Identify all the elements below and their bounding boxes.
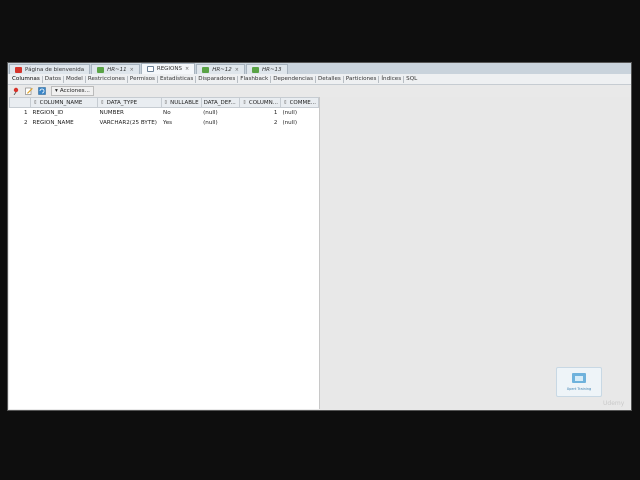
actions-dropdown[interactable]: ▾ Acciones... bbox=[51, 86, 94, 96]
toolbar: ▾ Acciones... bbox=[8, 85, 631, 97]
subtab-model[interactable]: Model bbox=[64, 75, 86, 83]
watermark-logo: Xpert Training bbox=[556, 367, 602, 397]
welcome-icon bbox=[15, 66, 22, 73]
columns-table: ⇕ COLUMN_NAME ⇕ DATA_TYPE ⇕ NULLABLE DATA_D… bbox=[8, 97, 320, 128]
column-header-column-id[interactable]: ⇕ COLUMN... bbox=[239, 97, 281, 108]
sql-worksheet-icon bbox=[202, 66, 210, 73]
tab-label: HR~13 bbox=[261, 66, 282, 73]
sql-developer-window: Página de bienvenida HR~11 × REGIONS × H… bbox=[7, 62, 632, 411]
table-row[interactable]: 2 REGION_NAME VARCHAR2(25 BYTE) Yes (nul… bbox=[10, 118, 319, 128]
tab-regions[interactable]: REGIONS × bbox=[140, 63, 196, 74]
close-icon[interactable]: × bbox=[130, 67, 134, 73]
empty-panel bbox=[320, 97, 631, 410]
cell-column-id[interactable]: 1 bbox=[240, 108, 281, 119]
tab-label: Página de bienvenida bbox=[25, 66, 85, 73]
tab-label: REGIONS bbox=[156, 66, 182, 72]
subtab-disparadores[interactable]: Disparadores bbox=[196, 75, 239, 83]
sql-worksheet-icon bbox=[97, 66, 105, 73]
subtab-flashback[interactable]: Flashback bbox=[238, 75, 272, 83]
subtab-columnas[interactable]: Columnas bbox=[10, 75, 43, 83]
cell-column-name[interactable]: REGION_ID bbox=[31, 108, 98, 119]
cell-column-name[interactable]: REGION_NAME bbox=[31, 118, 98, 128]
column-header-comments[interactable]: ⇕ COMME... bbox=[279, 97, 320, 108]
refresh-icon[interactable] bbox=[38, 87, 46, 95]
subtab-dependencias[interactable]: Dependencias bbox=[271, 75, 316, 83]
close-icon[interactable]: × bbox=[235, 67, 239, 73]
sort-icon: ⇕ bbox=[100, 99, 105, 106]
cell-nullable[interactable]: No bbox=[161, 108, 201, 119]
subtab-permisos[interactable]: Permisos bbox=[128, 75, 158, 83]
cell-comments[interactable]: (null) bbox=[280, 118, 318, 128]
sql-worksheet-icon bbox=[251, 66, 259, 73]
table-row[interactable]: 1 REGION_ID NUMBER No (null) 1 (null) bbox=[10, 108, 319, 119]
subtab-restricciones[interactable]: Restricciones bbox=[86, 75, 128, 83]
chevron-down-icon: ▾ bbox=[55, 88, 58, 94]
actions-label: Acciones... bbox=[59, 88, 90, 94]
subtab-particiones[interactable]: Particiones bbox=[344, 75, 380, 83]
row-number-header bbox=[8, 97, 32, 108]
sort-icon: ⇕ bbox=[163, 99, 169, 106]
tab-hr-11[interactable]: HR~11 × bbox=[91, 64, 140, 74]
tab-welcome-page[interactable]: Página de bienvenida bbox=[9, 64, 91, 74]
tab-hr-13[interactable]: HR~13 bbox=[245, 64, 288, 74]
pin-icon[interactable] bbox=[12, 87, 20, 95]
tab-label: HR~12 bbox=[212, 66, 232, 73]
column-header-column-name[interactable]: ⇕ COLUMN_NAME bbox=[30, 97, 99, 108]
column-header-data-default[interactable]: DATA_DEF... bbox=[200, 97, 241, 108]
sort-icon: ⇕ bbox=[33, 99, 38, 106]
table-header-row: ⇕ COLUMN_NAME ⇕ DATA_TYPE ⇕ NULLABLE DATA_D… bbox=[8, 97, 320, 108]
udemy-logo: Udemy bbox=[603, 400, 625, 407]
cell-data-type[interactable]: NUMBER bbox=[98, 108, 162, 119]
sort-icon: ⇕ bbox=[282, 99, 288, 106]
subtab-estadisticas[interactable]: Estadísticas bbox=[158, 75, 197, 83]
subtab-datos[interactable]: Datos bbox=[43, 75, 65, 83]
columns-grid: ⇕ COLUMN_NAME ⇕ DATA_TYPE ⇕ NULLABLE DATA_D… bbox=[8, 97, 320, 409]
cell-data-default[interactable]: (null) bbox=[201, 118, 240, 128]
cell-data-type[interactable]: VARCHAR2(25 BYTE) bbox=[98, 118, 162, 128]
subtab-indices[interactable]: Índices bbox=[379, 75, 405, 83]
row-number: 2 bbox=[23, 120, 28, 126]
sort-icon: ⇕ bbox=[242, 99, 247, 106]
tab-label: HR~11 bbox=[107, 66, 127, 73]
cell-comments[interactable]: (null) bbox=[280, 108, 318, 119]
cell-data-default[interactable]: (null) bbox=[201, 108, 240, 119]
table-icon bbox=[146, 66, 154, 72]
column-header-nullable[interactable]: ⇕ NULLABLE bbox=[160, 97, 202, 108]
tab-hr-12[interactable]: HR~12 × bbox=[196, 64, 245, 74]
edit-icon[interactable] bbox=[25, 87, 33, 95]
object-subtab-bar: Columnas Datos Model Restricciones Permi… bbox=[8, 74, 631, 85]
row-number: 1 bbox=[23, 110, 28, 116]
logo-icon bbox=[572, 373, 586, 383]
close-icon[interactable]: × bbox=[185, 66, 189, 72]
cell-nullable[interactable]: Yes bbox=[161, 118, 201, 128]
cell-column-id[interactable]: 2 bbox=[240, 118, 281, 128]
subtab-detalles[interactable]: Detalles bbox=[316, 75, 344, 83]
watermark-text: Xpert Training bbox=[566, 387, 592, 391]
column-header-data-type[interactable]: ⇕ DATA_TYPE bbox=[97, 97, 162, 108]
subtab-sql[interactable]: SQL bbox=[404, 76, 419, 83]
